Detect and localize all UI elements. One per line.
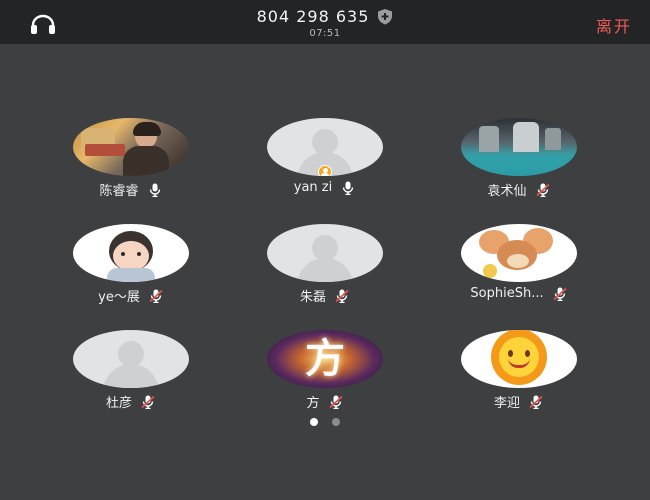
avatar-glyph: 方 <box>305 336 345 382</box>
avatar-cartoon <box>73 224 189 282</box>
avatar-glow: 方 <box>267 330 383 388</box>
sun-face-shape <box>499 337 539 377</box>
avatar-default <box>73 330 189 388</box>
mouse-cheese-shape <box>483 264 497 278</box>
participant-name: 李迎 <box>493 396 520 411</box>
participant-name: yan zi <box>293 180 333 195</box>
cartoon-face-shape <box>113 241 149 271</box>
participant-name: ye～展 <box>98 290 140 305</box>
participant-tile[interactable]: ye～展 <box>51 224 211 314</box>
rock-shape <box>545 128 561 150</box>
shield-icon <box>378 9 393 25</box>
food-counter-shape <box>85 144 125 156</box>
leave-button[interactable]: 离开 <box>596 13 632 37</box>
participant-name-row: 杜彦 <box>106 392 156 411</box>
participant-name-row: 朱磊 <box>300 286 350 305</box>
sun-eye-shape <box>508 350 513 357</box>
meeting-id: 804 298 635 <box>257 7 394 26</box>
participant-tile[interactable]: yan zi <box>245 118 405 208</box>
avatar-placeholder-body <box>103 364 159 388</box>
person-body-shape <box>123 146 169 176</box>
participant-tile[interactable]: 陈睿睿 <box>51 118 211 208</box>
mic-muted-icon[interactable] <box>535 183 551 197</box>
participant-name: 杜彦 <box>105 396 132 411</box>
participant-tile[interactable]: 李迎 <box>439 330 599 420</box>
participant-tile[interactable]: SophieSh... <box>439 224 599 314</box>
mic-muted-icon[interactable] <box>328 395 344 409</box>
avatar-photo <box>461 118 577 176</box>
participant-name: 袁术仙 <box>487 184 527 199</box>
top-bar: 804 298 635 07:51 离开 <box>0 0 650 44</box>
mouse-snout-shape <box>507 254 529 268</box>
page-dot-2[interactable] <box>332 418 340 426</box>
page-indicator <box>0 418 650 426</box>
call-timer: 07:51 <box>309 28 341 39</box>
participant-name: 方 <box>306 396 320 411</box>
cartoon-body-shape <box>107 268 155 282</box>
avatar-sun <box>461 330 577 388</box>
rock-shape <box>479 126 499 152</box>
cartoon-eye-shape <box>137 252 141 256</box>
participant-tile[interactable]: 袁术仙 <box>439 118 599 208</box>
participant-name-row: yan zi <box>294 180 356 195</box>
participant-name-row: ye～展 <box>98 286 164 305</box>
cartoon-eye-shape <box>121 252 125 256</box>
participant-name-row: 陈睿睿 <box>99 180 162 199</box>
participant-tile[interactable]: 朱磊 <box>245 224 405 314</box>
participant-name-row: 袁术仙 <box>487 180 550 199</box>
avatar-default <box>267 224 383 282</box>
page-dot-1[interactable] <box>310 418 318 426</box>
mic-muted-icon[interactable] <box>148 289 164 303</box>
avatar-cartoon <box>461 224 577 282</box>
avatar-placeholder-body <box>297 258 353 282</box>
participant-tile[interactable]: 杜彦 <box>51 330 211 420</box>
meeting-id-text: 804 298 635 <box>256 7 370 26</box>
mic-muted-icon[interactable] <box>140 395 156 409</box>
mic-muted-icon[interactable] <box>528 395 544 409</box>
water-shape <box>461 156 577 176</box>
participant-name-row: SophieSh... <box>470 286 567 301</box>
participant-name: SophieSh... <box>470 286 544 301</box>
mic-on-icon[interactable] <box>340 181 356 195</box>
participant-tile[interactable]: 方 方 <box>245 330 405 420</box>
host-badge-icon <box>318 165 332 176</box>
participant-name: 朱磊 <box>299 290 326 305</box>
participant-name: 陈睿睿 <box>99 184 139 199</box>
sun-eye-shape <box>525 350 530 357</box>
avatar-photo <box>73 118 189 176</box>
person-hair-shape <box>133 122 161 136</box>
participant-name-row: 方 <box>306 392 343 411</box>
mic-on-icon[interactable] <box>147 183 163 197</box>
mic-muted-icon[interactable] <box>552 287 568 301</box>
participant-name-row: 李迎 <box>494 392 544 411</box>
meeting-info: 804 298 635 <box>0 7 650 26</box>
avatar-default <box>267 118 383 176</box>
rock-shape <box>513 122 539 152</box>
mic-muted-icon[interactable] <box>334 289 350 303</box>
